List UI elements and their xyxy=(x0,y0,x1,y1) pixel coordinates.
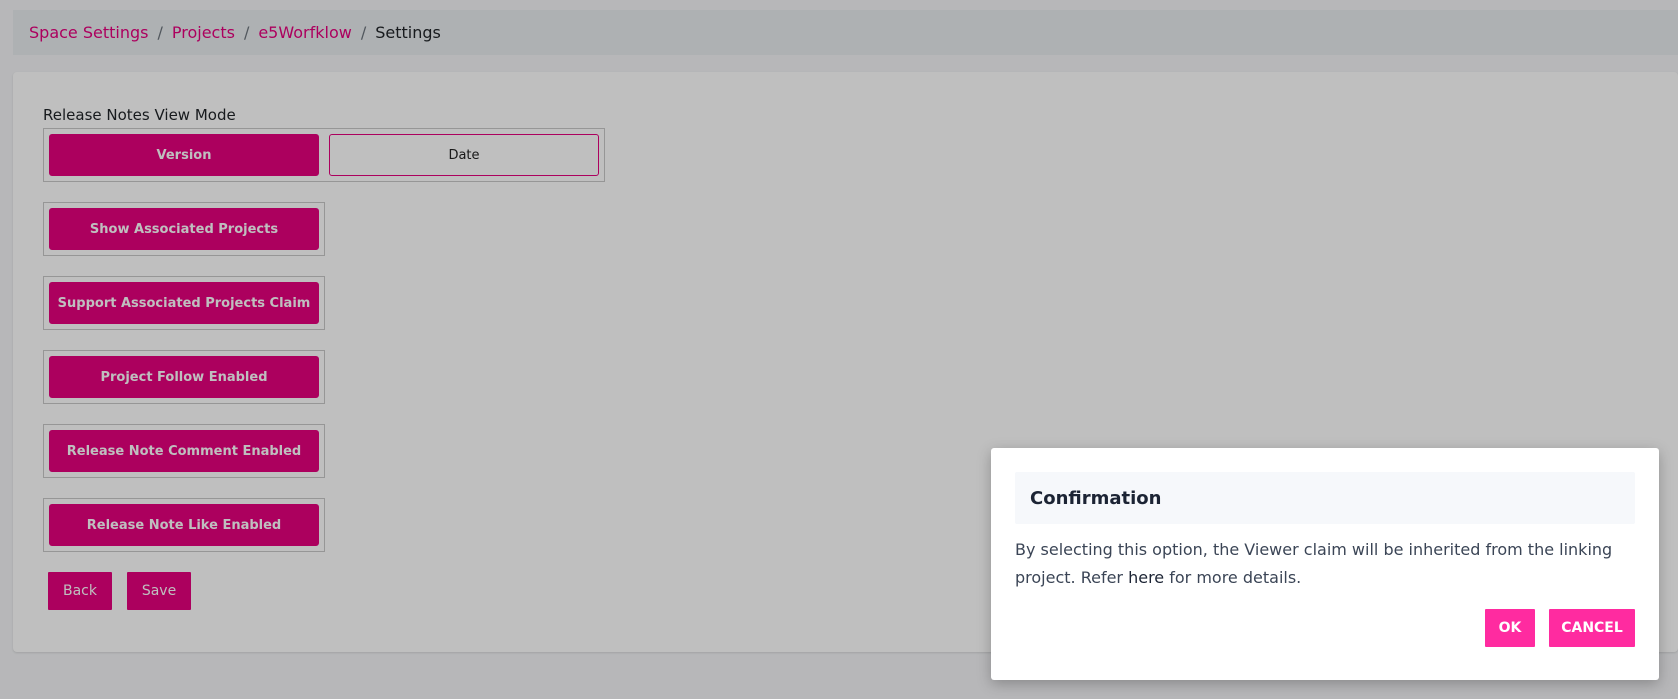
confirmation-modal: Confirmation By selecting this option, t… xyxy=(991,448,1659,680)
modal-header: Confirmation xyxy=(1015,472,1635,524)
modal-title: Confirmation xyxy=(1030,487,1162,509)
more-details-link[interactable]: here xyxy=(1128,568,1164,587)
ok-button[interactable]: OK xyxy=(1485,609,1535,647)
modal-body-text-end: for more details. xyxy=(1164,568,1302,587)
modal-body-text: By selecting this option, the Viewer cla… xyxy=(1015,540,1613,587)
modal-body: By selecting this option, the Viewer cla… xyxy=(1015,536,1635,592)
cancel-button[interactable]: CANCEL xyxy=(1549,609,1635,647)
